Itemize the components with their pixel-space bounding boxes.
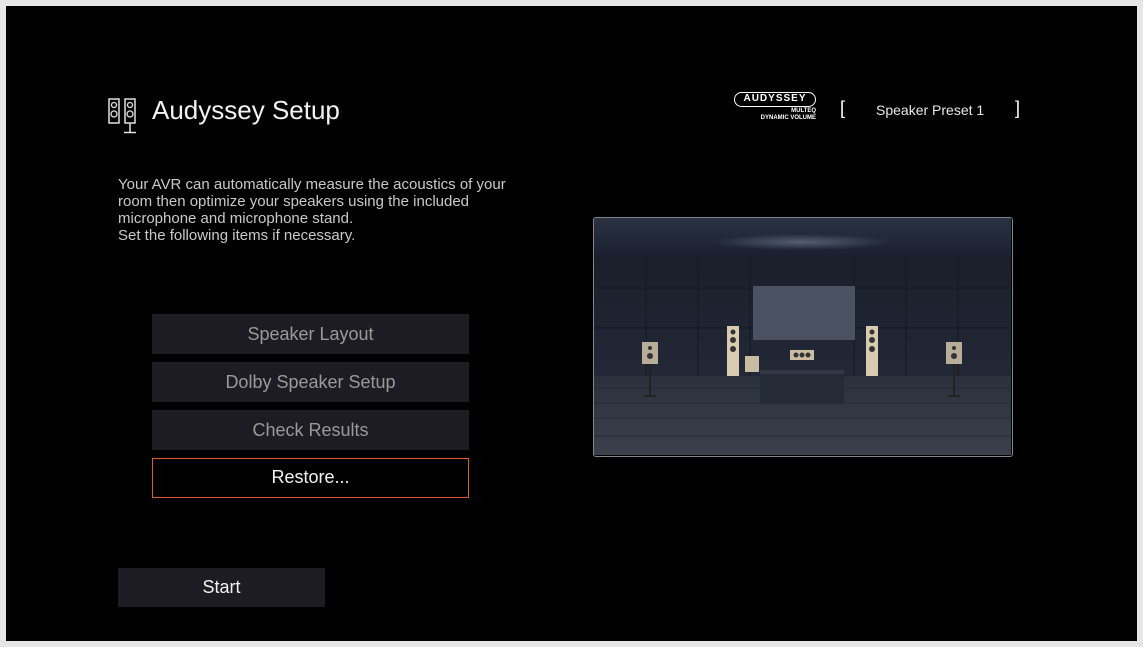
start-button[interactable]: Start [118, 568, 325, 607]
audyssey-setup-screen: Audyssey Setup AUDYSSEY MULTEQ DYNAMIC V… [6, 6, 1137, 641]
speakers-icon [108, 98, 136, 134]
page-title: Audyssey Setup [152, 95, 340, 125]
audyssey-logo-dynamic-volume: DYNAMIC VOLUME [760, 115, 816, 121]
preset-bracket-left: [ [840, 98, 846, 118]
audyssey-logo-brand: AUDYSSEY [734, 92, 816, 107]
audyssey-logo: AUDYSSEY MULTEQ DYNAMIC VOLUME [734, 92, 818, 126]
speaker-preset-label: Speaker Preset 1 [876, 102, 985, 118]
home-theater-room-image [593, 217, 1013, 457]
dolby-speaker-setup-button[interactable]: Dolby Speaker Setup [152, 362, 469, 402]
setup-description: Your AVR can automatically measure the a… [118, 176, 578, 244]
description-line: Set the following items if necessary. [118, 227, 356, 244]
speaker-preset-indicator: [ Speaker Preset 1 ] [840, 98, 1020, 122]
restore-button[interactable]: Restore... [152, 458, 469, 498]
audyssey-logo-multeq: MULTEQ [791, 108, 816, 114]
description-line: room then optimize your speakers using t… [118, 193, 470, 210]
description-line: Your AVR can automatically measure the a… [118, 176, 506, 193]
check-results-button[interactable]: Check Results [152, 410, 469, 450]
speaker-layout-button[interactable]: Speaker Layout [152, 314, 469, 354]
preset-bracket-right: ] [1014, 98, 1020, 118]
room-illustration [594, 218, 1011, 455]
description-line: microphone and microphone stand. [118, 210, 354, 227]
